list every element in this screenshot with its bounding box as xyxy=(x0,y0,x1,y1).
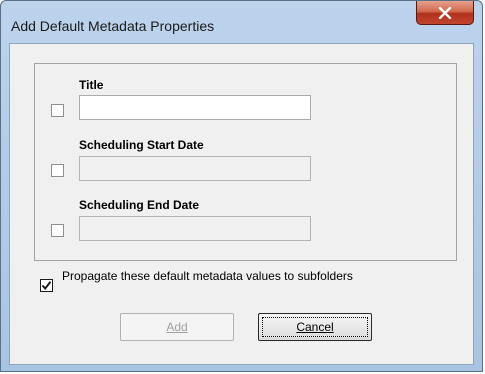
propagate-label: Propagate these default metadata values … xyxy=(62,269,353,283)
scheduling-end-date-input[interactable] xyxy=(79,216,311,241)
close-icon xyxy=(438,6,452,19)
window-title: Add Default Metadata Properties xyxy=(11,18,215,34)
close-button[interactable] xyxy=(416,1,474,25)
cancel-button[interactable]: Cancel xyxy=(258,313,372,341)
add-button[interactable]: Add xyxy=(120,313,234,341)
dialog-window: Add Default Metadata Properties Title Sc… xyxy=(0,0,483,372)
propagate-checkbox[interactable] xyxy=(40,279,53,292)
title-label: Title xyxy=(79,78,104,92)
title-input[interactable] xyxy=(79,95,311,120)
scheduling-end-date-label: Scheduling End Date xyxy=(79,198,200,212)
checkmark-icon xyxy=(41,281,52,291)
scheduling-end-date-checkbox[interactable] xyxy=(51,224,64,237)
scheduling-start-date-input[interactable] xyxy=(79,156,311,181)
dialog-client-area: Title Scheduling Start Date Scheduling E… xyxy=(9,43,474,365)
scheduling-start-date-checkbox[interactable] xyxy=(51,164,64,177)
add-button-label: Add xyxy=(166,320,188,334)
title-checkbox[interactable] xyxy=(51,104,64,117)
cancel-button-label: Cancel xyxy=(296,320,334,334)
metadata-fields-group: Title Scheduling Start Date Scheduling E… xyxy=(34,63,457,261)
scheduling-start-date-label: Scheduling Start Date xyxy=(79,138,204,152)
